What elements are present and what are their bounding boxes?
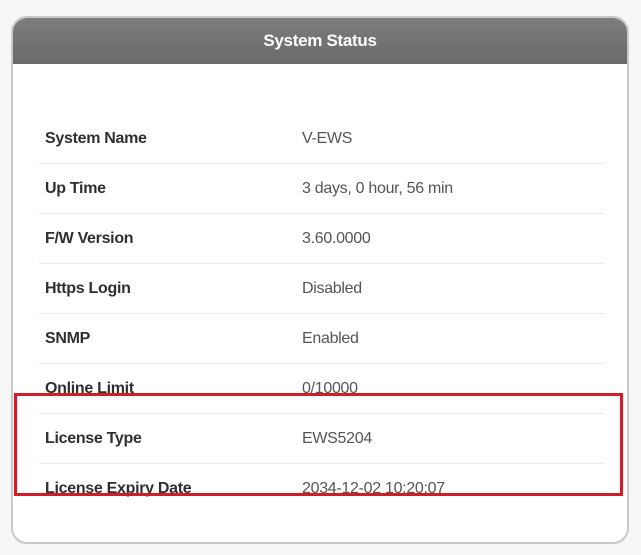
row-value: Disabled <box>302 279 362 297</box>
panel-title: System Status <box>263 31 377 50</box>
row-label: License Expiry Date <box>45 480 192 497</box>
status-table: System Name V-EWS Up Time 3 days, 0 hour… <box>39 114 605 514</box>
row-label: License Type <box>45 429 142 447</box>
row-value: 2034-12-02 10:20:07 <box>302 480 445 497</box>
status-row-snmp: SNMP Enabled <box>39 314 605 364</box>
row-value: Enabled <box>302 329 359 347</box>
row-value: 3 days, 0 hour, 56 min <box>302 179 453 197</box>
system-status-panel: System Status System Name V-EWS Up Time … <box>11 16 629 544</box>
status-row-up-time: Up Time 3 days, 0 hour, 56 min <box>39 164 605 214</box>
row-label: System Name <box>45 129 147 147</box>
status-row-https-login: Https Login Disabled <box>39 264 605 314</box>
status-row-license-expiry: License Expiry Date 2034-12-02 10:20:07 <box>39 464 605 514</box>
row-value: 3.60.0000 <box>302 229 371 247</box>
panel-header: System Status <box>13 18 627 64</box>
row-label: Up Time <box>45 179 106 197</box>
status-row-system-name: System Name V-EWS <box>39 114 605 164</box>
row-label: Https Login <box>45 279 131 297</box>
row-value: EWS5204 <box>302 429 372 447</box>
row-value: V-EWS <box>302 129 353 147</box>
status-row-online-limit: Online Limit 0/10000 <box>39 364 605 414</box>
row-label: Online Limit <box>45 379 134 397</box>
status-row-fw-version: F/W Version 3.60.0000 <box>39 214 605 264</box>
row-label: SNMP <box>45 329 91 347</box>
row-value: 0/10000 <box>302 379 358 397</box>
status-row-license-type: License Type EWS5204 <box>39 414 605 464</box>
row-label: F/W Version <box>45 229 134 247</box>
